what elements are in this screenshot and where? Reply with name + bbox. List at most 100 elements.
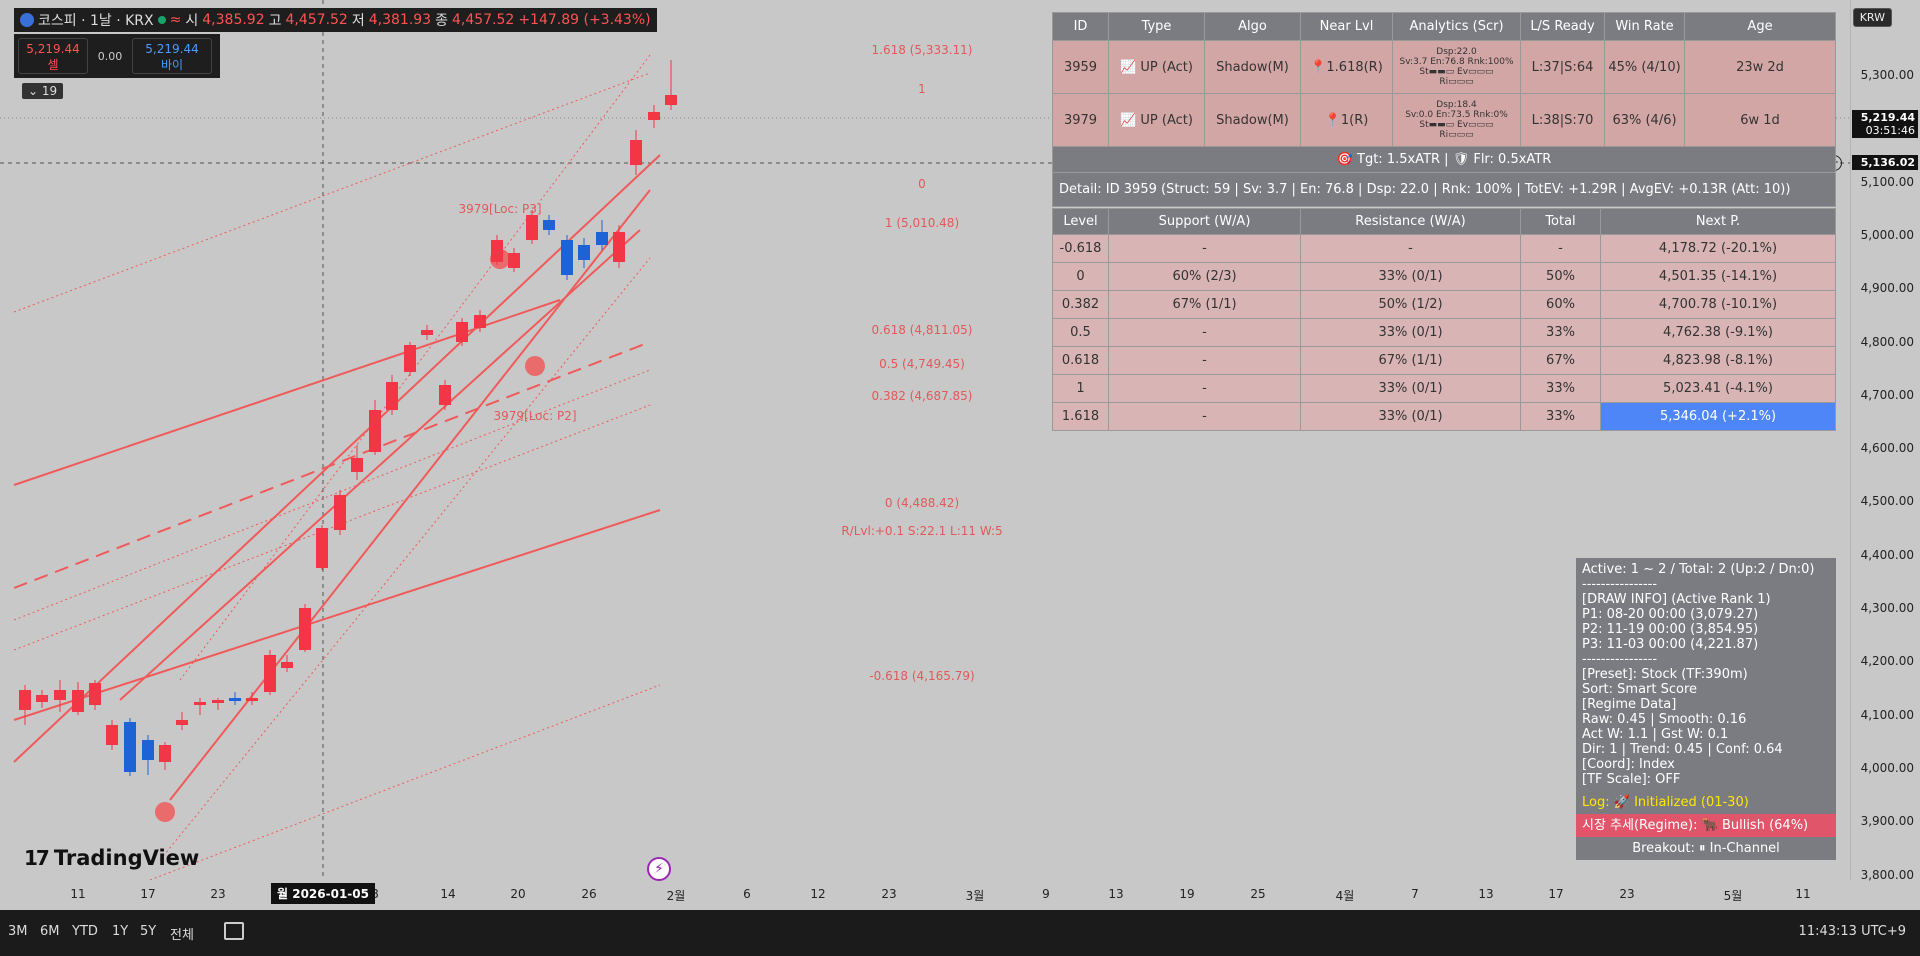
candle-body: [508, 253, 520, 268]
candle-body: [561, 240, 573, 275]
fib-label-0618: 0.618 (4,811.05): [871, 323, 973, 337]
target-icon: 🎯: [1336, 152, 1358, 167]
fib-label-05: 0.5 (4,749.45): [879, 357, 965, 371]
symbol-header: 코스피 · 1날 · KRX ≈ 시 4,385.92 고 4,457.52 저 4,…: [14, 8, 657, 32]
panel-line: ----------------: [1582, 652, 1658, 667]
chart-up-icon: 📈: [1120, 59, 1141, 75]
fib-label-0: 0: [918, 177, 926, 191]
time-tick-label: 23: [1619, 887, 1635, 901]
sell-button[interactable]: 5,219.44 셀: [18, 38, 88, 74]
fib-label-0-value: 0 (4,488.42): [884, 496, 960, 510]
panel-line: ----------------: [1582, 577, 1658, 592]
candle-body: [264, 655, 276, 692]
time-tick-label: 13: [1108, 887, 1124, 901]
panel-line: Dir: 1 | Trend: 0.45 | Conf: 0.64: [1582, 742, 1783, 757]
symbol-title[interactable]: 코스피 · 1날 · KRX: [38, 10, 154, 30]
price-tick-label: 4,900.00: [1860, 281, 1914, 296]
panel-line: P2: 11-19 00:00 (3,854.95): [1582, 622, 1759, 637]
timeframe-button[interactable]: 1Y: [112, 924, 128, 939]
timeframe-button[interactable]: 전체: [170, 924, 194, 943]
price-tick-label: 4,000.00: [1860, 760, 1914, 775]
crosshair-price-tag: 5,136.02: [1852, 155, 1918, 170]
level-row: -0.618- - -4,178.72 (-20.1%): [1052, 234, 1836, 263]
price-tick-label: 4,200.00: [1860, 654, 1914, 669]
lightning-icon[interactable]: ⚡: [647, 857, 671, 881]
candle-body: [36, 695, 48, 702]
calendar-icon[interactable]: [224, 922, 244, 940]
candle-body: [334, 495, 346, 530]
timeframe-button[interactable]: YTD: [72, 924, 98, 939]
candle-body: [456, 322, 468, 342]
channel-dotted-line: [13, 369, 651, 621]
panel-line: [DRAW INFO] (Active Rank 1): [1582, 592, 1771, 607]
currency-badge[interactable]: KRW: [1852, 8, 1892, 27]
fib-label-0382: 0.382 (4,687.85): [871, 389, 973, 403]
candle-body: [299, 608, 311, 650]
signal-table: ID Type Algo Near Lvl Analytics (Scr) L/…: [1052, 12, 1836, 207]
bottom-toolbar: 3M 6M YTD 1Y 5Y 전체 11:43:13 UTC+9: [0, 910, 1920, 956]
price-tick-label: 4,300.00: [1860, 601, 1914, 615]
fib-label-1-value: 1 (5,010.48): [884, 216, 960, 230]
candle-body: [142, 740, 154, 760]
candle-body: [351, 458, 363, 472]
price-tick-label: 5,300.00: [1860, 68, 1914, 82]
time-tick-label: 26: [581, 887, 597, 901]
level-row: 0 60% (2/3) 33% (0/1) 50% 4,501.35 (-14.1%): [1052, 262, 1836, 291]
time-tick-label: 11: [1795, 887, 1811, 901]
clock-display[interactable]: 11:43:13 UTC+9: [1799, 924, 1906, 939]
candle-body: [404, 345, 416, 372]
time-tick-label: 13: [1478, 887, 1494, 901]
level-row: 1-33% (0/1) 33% 5,023.41 (-4.1%): [1052, 374, 1836, 403]
level-row: 1.618-33% (0/1) 33% 5,346.04 (+2.1%): [1052, 402, 1836, 431]
candle-body: [613, 232, 625, 262]
candle-body: [72, 690, 84, 712]
time-tick-label: 5월: [1723, 889, 1743, 903]
timeframe-button[interactable]: 3M: [8, 924, 28, 939]
level-row: 0.5-33% (0/1) 33% 4,762.38 (-9.1%): [1052, 318, 1836, 347]
time-axis[interactable]: 11 17 23 8 14 20 26 2월 6 12 23 3월 9 13 19 25 4월 7 13 17 23 5월…: [0, 880, 1850, 908]
indicator-toggle-button[interactable]: ⌄ 19: [22, 83, 64, 99]
candle-body: [194, 702, 206, 705]
time-tick-label: 17: [140, 887, 156, 901]
candle-body: [159, 745, 171, 762]
chart-up-icon: 📈: [1120, 112, 1141, 128]
time-tick-label: 6: [743, 887, 751, 901]
pin-icon: 📍: [1324, 112, 1341, 128]
buy-button[interactable]: 5,219.44 바이: [132, 38, 212, 74]
price-tick-label: 5,000.00: [1860, 227, 1914, 242]
pivot-marker: [155, 802, 175, 822]
candle-body: [19, 690, 31, 710]
panel-line: P3: 11-03 00:00 (4,221.87): [1582, 637, 1759, 652]
candle-body: [421, 330, 433, 335]
candle-body: [474, 315, 486, 328]
timeframe-button[interactable]: 6M: [40, 924, 60, 939]
level-table: Level Support (W/A) Resistance (W/A) Tot…: [1052, 208, 1836, 431]
candle-body: [439, 385, 451, 405]
loc-p2-label: 3979[Loc: P2]: [493, 409, 577, 423]
candle-body: [212, 700, 224, 703]
candle-body: [578, 245, 590, 260]
price-tick-label: 4,400.00: [1860, 547, 1914, 562]
time-tick-label: 2월: [666, 889, 686, 903]
candle-body: [246, 698, 258, 701]
candle-body: [176, 720, 188, 725]
tradingview-logo-icon: 17: [24, 846, 50, 870]
time-tick-label: 14: [440, 887, 456, 901]
sell-buy-panel: 5,219.44 셀 0.00 5,219.44 바이: [14, 34, 220, 78]
panel-line: Raw: 0.45 | Smooth: 0.16: [1582, 712, 1747, 727]
price-axis[interactable]: KRW 5,300.005,200.005,100.005,000.004,90…: [1850, 0, 1920, 882]
time-tick-label: 25: [1250, 887, 1266, 901]
price-tick-label: 4,100.00: [1860, 707, 1914, 722]
channel-line: [13, 509, 661, 721]
close-value: 4,457.52: [451, 12, 515, 28]
timeframe-button[interactable]: 5Y: [140, 924, 156, 939]
chevron-down-icon: ⌄: [28, 84, 42, 98]
high-value: 4,457.52: [285, 12, 348, 28]
channel-dotted-line: [13, 72, 651, 313]
price-tick-label: 4,500.00: [1860, 494, 1914, 509]
panel-line: [Regime Data]: [1582, 697, 1677, 712]
breakout-line: Breakout: ⏸ In-Channel: [1576, 837, 1836, 860]
price-tick-label: 4,600.00: [1860, 441, 1914, 456]
candle-body: [526, 215, 538, 240]
channel-line: [119, 229, 641, 701]
